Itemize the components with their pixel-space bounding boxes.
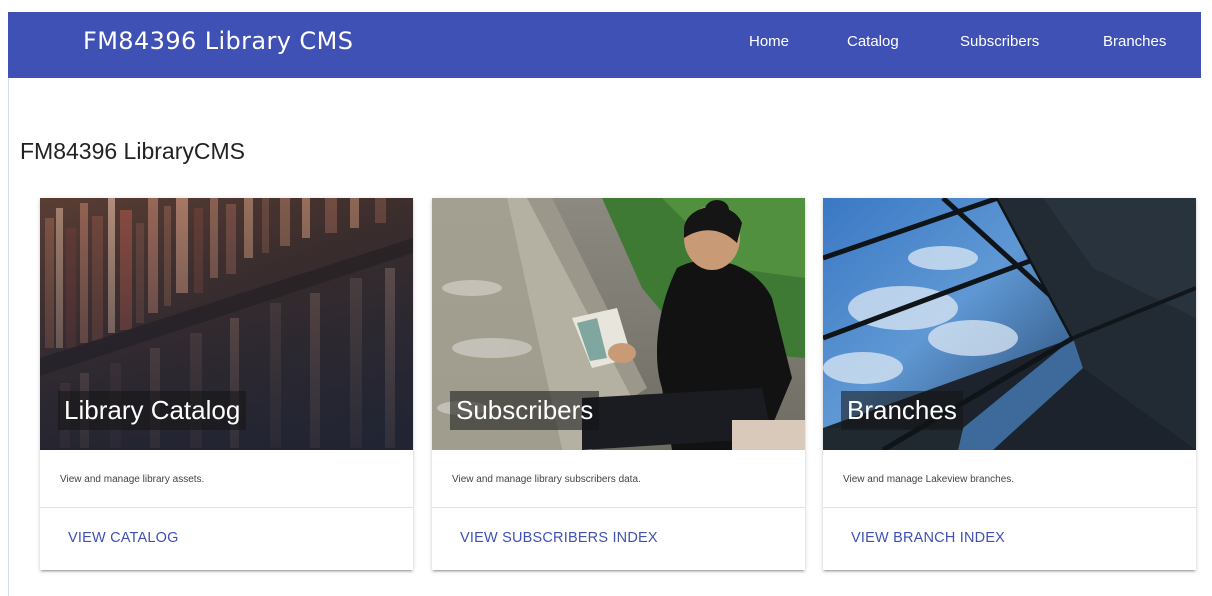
brand-logo-text[interactable]: FM84396 Library CMS xyxy=(83,27,353,55)
nav-link-branches[interactable]: Branches xyxy=(1103,33,1166,50)
card-title-subscribers: Subscribers xyxy=(450,391,600,430)
card-title-branches: Branches xyxy=(841,391,963,430)
card-text-library-catalog: View and manage library assets. xyxy=(40,450,413,508)
card-subscribers: Subscribers View and manage library subs… xyxy=(432,198,805,570)
card-title-library-catalog: Library Catalog xyxy=(58,391,247,430)
view-branch-index-link[interactable]: VIEW BRANCH INDEX xyxy=(823,508,1196,546)
nav-link-subscribers[interactable]: Subscribers xyxy=(960,33,1039,50)
bookshelf-image: Library Catalog xyxy=(40,198,413,450)
card-library-catalog: Library Catalog View and manage library … xyxy=(40,198,413,570)
top-navbar: FM84396 Library CMS Home Catalog Subscri… xyxy=(8,12,1201,78)
card-text-subscribers: View and manage library subscribers data… xyxy=(432,450,805,508)
page-left-border xyxy=(8,78,9,596)
view-catalog-link[interactable]: VIEW CATALOG xyxy=(40,508,413,546)
nav-link-catalog[interactable]: Catalog xyxy=(847,33,899,50)
glass-building-image: Branches xyxy=(823,198,1196,450)
reader-image: Subscribers xyxy=(432,198,805,450)
view-subscribers-index-link[interactable]: VIEW SUBSCRIBERS INDEX xyxy=(432,508,805,546)
card-branches: Branches View and manage Lakeview branch… xyxy=(823,198,1196,570)
card-text-branches: View and manage Lakeview branches. xyxy=(823,450,1196,508)
nav-link-home[interactable]: Home xyxy=(749,33,789,50)
page-title: FM84396 LibraryCMS xyxy=(20,138,245,164)
